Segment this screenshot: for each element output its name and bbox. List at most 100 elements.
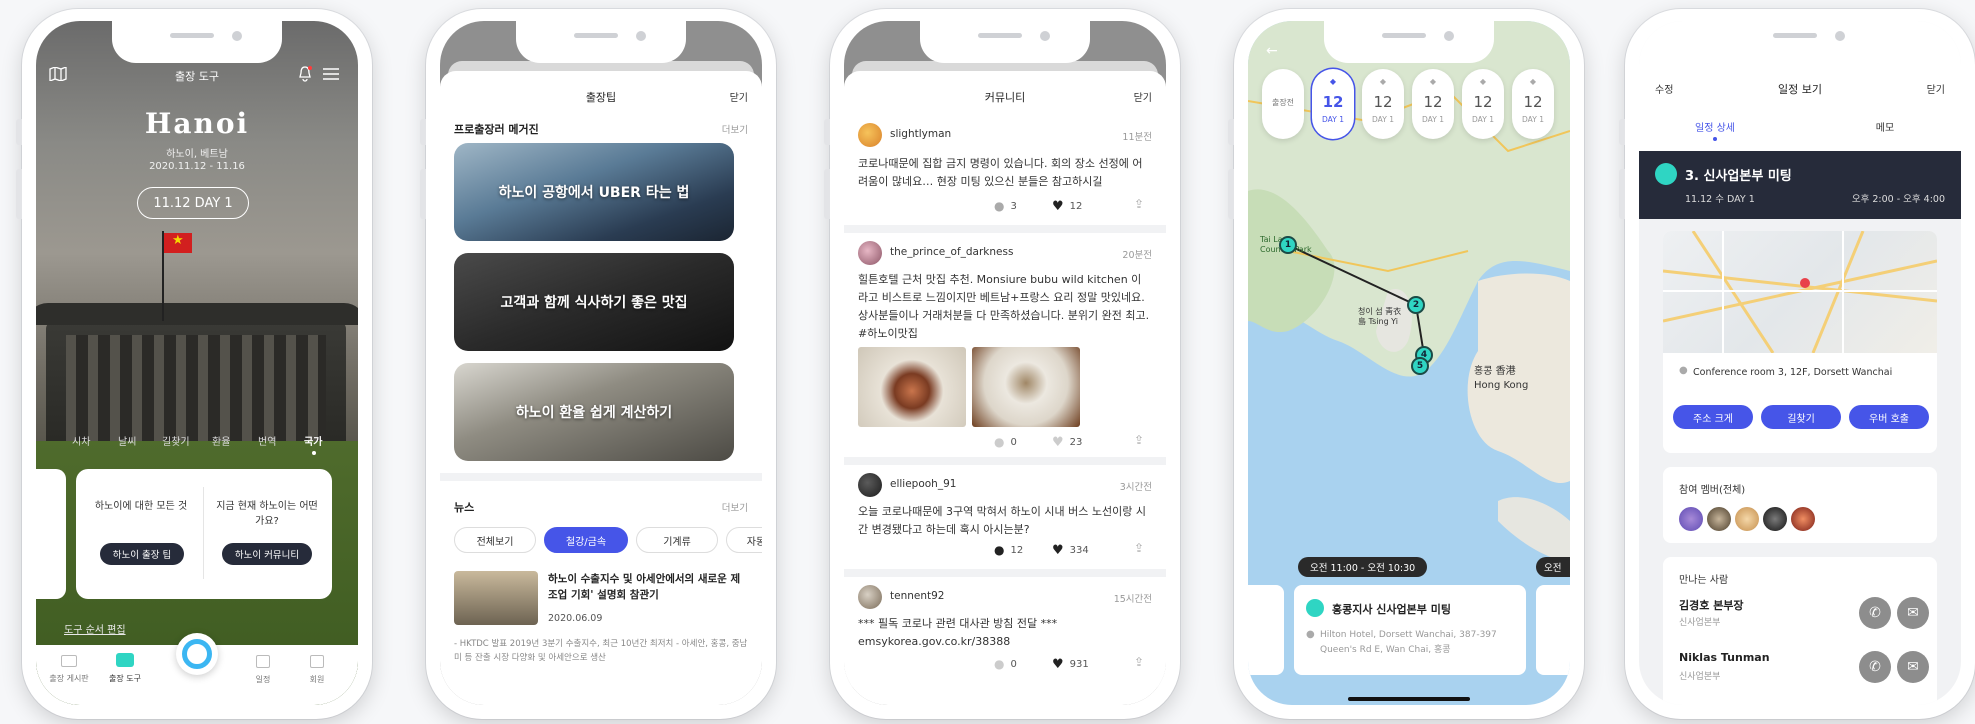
- bell-icon[interactable]: [296, 65, 314, 83]
- post-photo-dish[interactable]: [858, 347, 966, 427]
- like-count[interactable]: ♥ 23: [1052, 435, 1082, 450]
- news-snippet: - HKTDC 발표 2019년 3분기 수출지수, 최근 10년간 최저치 -…: [454, 639, 748, 663]
- close-button[interactable]: 닫기: [1927, 81, 1945, 96]
- tab-directions[interactable]: 길찾기: [162, 433, 190, 448]
- members-card: 참여 멤버(전체): [1663, 467, 1937, 543]
- comment-count[interactable]: ● 0: [994, 435, 1017, 449]
- day-pill[interactable]: ◆ 12 DAY 1: [1462, 69, 1504, 139]
- briefcase-icon: [116, 653, 134, 667]
- next-event-card-peek[interactable]: [1536, 585, 1570, 675]
- nav-board[interactable]: 출장 게시판: [46, 655, 92, 684]
- person-name: Niklas Tunman: [1679, 651, 1770, 664]
- chip-steel[interactable]: 철강/금속: [544, 527, 628, 553]
- event-card[interactable]: 홍콩지사 신사업본부 미팅 ● Hilton Hotel, Dorsett Wa…: [1294, 585, 1526, 675]
- tab-timezone[interactable]: 시차: [72, 433, 90, 448]
- avatar[interactable]: [1763, 507, 1787, 531]
- mail-icon[interactable]: ✉: [1897, 597, 1929, 629]
- day-selector-button[interactable]: 11.12 DAY 1: [137, 187, 249, 219]
- card-title: 하노이 환율 쉽게 계산하기: [515, 405, 673, 421]
- hanoi-community-button[interactable]: 하노이 커뮤니티: [222, 543, 312, 565]
- edit-tool-order-link[interactable]: 도구 순서 편집: [64, 621, 126, 636]
- tab-detail[interactable]: 일정 상세: [1675, 119, 1755, 134]
- map-label-hong-kong: 홍콩 香港 Hong Kong: [1474, 366, 1529, 391]
- chip-all[interactable]: 전체보기: [454, 527, 536, 553]
- comment-count[interactable]: ● 0: [994, 657, 1017, 671]
- post-username[interactable]: the_prince_of_darkness: [890, 246, 1013, 258]
- avatar[interactable]: [1735, 507, 1759, 531]
- tab-exchange[interactable]: 환율: [212, 433, 230, 448]
- directions-button[interactable]: 길찾기: [1761, 405, 1841, 429]
- post-photo-dessert[interactable]: [972, 347, 1080, 427]
- post-item[interactable]: slightlyman 11분전 코로나때문에 집합 금지 명령이 있습니다. …: [844, 115, 1166, 225]
- briefcase-icon: [1306, 599, 1324, 617]
- post-item[interactable]: the_prince_of_darkness 20분전 힐튼호텔 근처 맛집 추…: [844, 233, 1166, 457]
- day-pill-before[interactable]: 출장전: [1262, 69, 1304, 139]
- post-time: 11분전: [1122, 132, 1152, 143]
- member-icon: [310, 655, 324, 668]
- like-count[interactable]: ♥ 334: [1052, 543, 1089, 558]
- news-more-link[interactable]: 더보기: [722, 500, 748, 514]
- nav-tools[interactable]: 출장 도구: [102, 653, 148, 684]
- chip-auto[interactable]: 자동: [726, 527, 762, 553]
- enlarge-address-button[interactable]: 주소 크게: [1673, 405, 1753, 429]
- nav-schedule[interactable]: 일정: [240, 655, 286, 685]
- comment-icon: ●: [994, 657, 1005, 671]
- post-time: 20분전: [1122, 250, 1152, 261]
- mail-icon[interactable]: ✉: [1897, 651, 1929, 683]
- share-icon[interactable]: ⇪: [1134, 541, 1144, 555]
- center-action-button[interactable]: [176, 633, 218, 675]
- hanoi-tips-button[interactable]: 하노이 출장 팁: [100, 543, 184, 565]
- post-item[interactable]: elliepooh_91 3시간전 오늘 코로나때문에 3구역 막혀서 하노이 …: [844, 465, 1166, 569]
- chip-machinery[interactable]: 기계류: [636, 527, 718, 553]
- comment-count[interactable]: ● 12: [994, 543, 1023, 557]
- close-button[interactable]: 닫기: [1134, 89, 1152, 104]
- location-map[interactable]: [1663, 231, 1937, 353]
- card-right-text: 지금 현재 하노이는 어떤가요?: [216, 501, 318, 527]
- post-time: 15시간전: [1113, 594, 1152, 605]
- tab-country[interactable]: 국가: [304, 433, 322, 448]
- tab-weather[interactable]: 날씨: [118, 433, 136, 448]
- day-pill[interactable]: ◆ 12 DAY 1: [1362, 69, 1404, 139]
- news-title[interactable]: 하노이 수출지수 및 아세안에서의 새로운 제조업 기회' 설명회 참관기: [548, 571, 748, 603]
- phone-call-icon[interactable]: ✆: [1859, 651, 1891, 683]
- post-time: 3시간전: [1119, 482, 1152, 493]
- tab-memo[interactable]: 메모: [1845, 119, 1925, 134]
- avatar[interactable]: [1679, 507, 1703, 531]
- country-info-card: 하노이에 대한 모든 것 하노이 출장 팁 지금 현재 하노이는 어떤가요? 하…: [76, 469, 332, 599]
- magazine-card-uber[interactable]: 하노이 공항에서 UBER 타는 법: [454, 143, 734, 241]
- magazine-card-exchange[interactable]: 하노이 환율 쉽게 계산하기: [454, 363, 734, 461]
- post-username[interactable]: elliepooh_91: [890, 478, 956, 490]
- day-pill[interactable]: ◆ 12 DAY 1: [1412, 69, 1454, 139]
- phone-call-icon[interactable]: ✆: [1859, 597, 1891, 629]
- day-pill-selected[interactable]: ◆ 12 DAY 1: [1312, 69, 1354, 139]
- community-screen: 커뮤니티 닫기 slightlyman 11분전 코로나때문에 집합 금지 명령…: [844, 21, 1166, 705]
- post-username[interactable]: slightlyman: [890, 128, 951, 140]
- post-item[interactable]: tennent92 15시간전 *** 필독 코로나 관련 대사관 방침 전달 …: [844, 577, 1166, 687]
- avatar[interactable]: [1791, 507, 1815, 531]
- post-username[interactable]: tennent92: [890, 590, 944, 602]
- avatar: [858, 123, 882, 147]
- route-pin-5[interactable]: 5: [1411, 357, 1429, 375]
- trip-dates: 2020.11.12 - 11.16: [149, 161, 245, 172]
- route-pin-2[interactable]: 2: [1407, 296, 1425, 314]
- share-icon[interactable]: ⇪: [1134, 433, 1144, 447]
- nav-member[interactable]: 회원: [294, 655, 340, 685]
- avatar[interactable]: [1707, 507, 1731, 531]
- tab-translate[interactable]: 번역: [258, 433, 276, 448]
- day-pill[interactable]: ◆ 12 DAY 1: [1512, 69, 1554, 139]
- share-icon[interactable]: ⇪: [1134, 197, 1144, 211]
- page-title: 일정 보기: [1778, 83, 1822, 96]
- call-uber-button[interactable]: 우버 호출: [1849, 405, 1929, 429]
- magazine-card-restaurant[interactable]: 고객과 함께 식사하기 좋은 맛집: [454, 253, 734, 351]
- route-pin-1[interactable]: 1: [1279, 236, 1297, 254]
- share-icon[interactable]: ⇪: [1134, 655, 1144, 669]
- comment-count[interactable]: ● 3: [994, 199, 1017, 213]
- close-button[interactable]: 닫기: [730, 89, 748, 104]
- like-count[interactable]: ♥ 12: [1052, 199, 1082, 214]
- like-count[interactable]: ♥ 931: [1052, 657, 1089, 672]
- magazine-heading: 프로출장러 메거진: [454, 123, 539, 136]
- hamburger-menu-icon[interactable]: [322, 67, 340, 81]
- magazine-more-link[interactable]: 더보기: [722, 122, 748, 136]
- ring-icon: [182, 639, 212, 669]
- country-label: 하노이, 베트남: [166, 149, 228, 160]
